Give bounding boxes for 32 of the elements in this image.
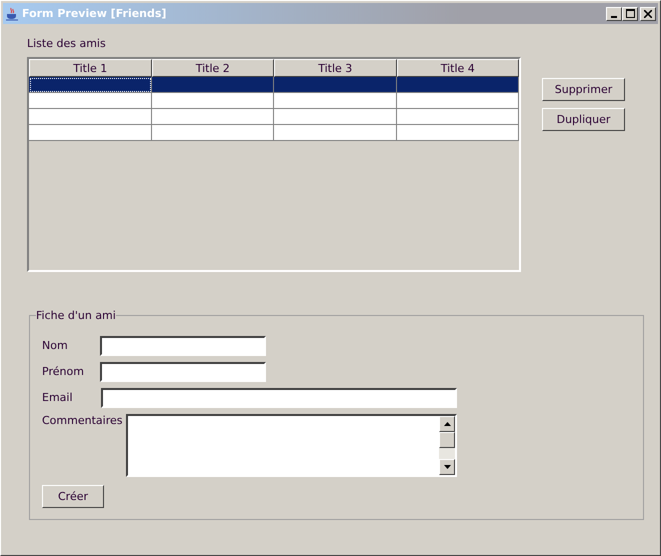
window-title: Form Preview [Friends] bbox=[22, 7, 166, 20]
field-label: Nom bbox=[42, 338, 69, 354]
panel-legend: Fiche d'un ami bbox=[36, 309, 116, 322]
up-arrow-icon bbox=[444, 422, 450, 426]
minimize-icon bbox=[611, 16, 617, 18]
text-field[interactable] bbox=[100, 362, 266, 382]
field-label: Prénom bbox=[42, 364, 85, 380]
table-row[interactable] bbox=[29, 109, 519, 125]
table-row[interactable] bbox=[29, 77, 519, 93]
minimize-button[interactable] bbox=[606, 6, 622, 20]
maximize-icon bbox=[626, 9, 634, 18]
close-icon bbox=[644, 10, 652, 18]
down-arrow-icon bbox=[444, 465, 450, 469]
coffee-cup-icon bbox=[5, 6, 19, 20]
column-header[interactable]: Title 2 bbox=[152, 59, 274, 77]
maximize-button[interactable] bbox=[622, 6, 638, 20]
column-header[interactable]: Title 3 bbox=[274, 59, 396, 77]
table-row[interactable] bbox=[29, 93, 519, 109]
action-button[interactable]: Supprimer bbox=[542, 78, 625, 101]
column-header[interactable]: Title 4 bbox=[396, 59, 519, 77]
column-header[interactable]: Title 1 bbox=[29, 59, 152, 77]
field-label: Email bbox=[42, 390, 74, 406]
field-label: Commentaires bbox=[42, 414, 124, 429]
list-label: Liste des amis bbox=[27, 37, 106, 50]
table-row[interactable] bbox=[29, 125, 519, 141]
text-field[interactable] bbox=[100, 336, 266, 356]
text-field[interactable] bbox=[101, 388, 457, 408]
scrollbar[interactable] bbox=[439, 416, 455, 475]
comment-area[interactable] bbox=[126, 414, 457, 477]
action-button[interactable]: Dupliquer bbox=[542, 108, 625, 131]
close-button[interactable] bbox=[640, 6, 656, 20]
create-button[interactable]: Créer bbox=[42, 485, 104, 508]
